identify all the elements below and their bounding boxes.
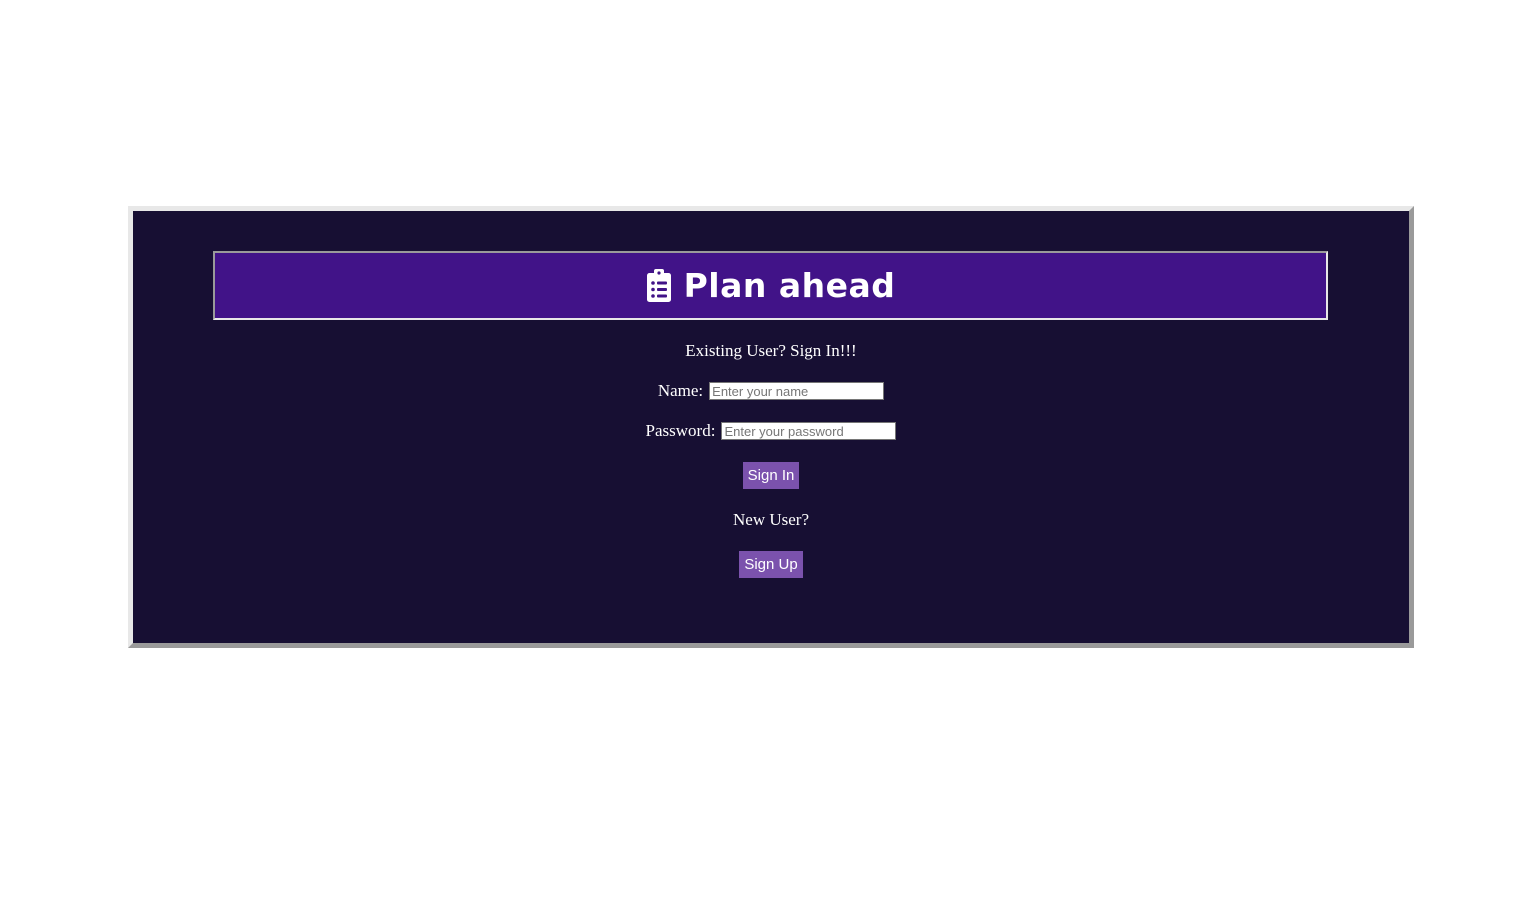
name-row: Name: (133, 381, 1409, 401)
password-row: Password: (133, 421, 1409, 441)
new-user-prompt: New User? (733, 510, 809, 529)
app-header-banner: Plan ahead (213, 251, 1328, 320)
login-panel: Plan ahead Existing User? Sign In!!! Nam… (128, 206, 1414, 648)
password-label: Password: (645, 421, 716, 440)
name-label: Name: (657, 381, 704, 400)
name-input[interactable] (709, 382, 885, 400)
signin-heading: Existing User? Sign In!!! (685, 341, 857, 360)
signin-form: Existing User? Sign In!!! Name: Password… (133, 341, 1409, 578)
clipboard-list-icon (646, 268, 672, 303)
password-input[interactable] (721, 422, 897, 440)
app-title: Plan ahead (683, 266, 896, 305)
sign-in-button[interactable]: Sign In (742, 462, 800, 489)
sign-up-button[interactable]: Sign Up (739, 551, 803, 578)
